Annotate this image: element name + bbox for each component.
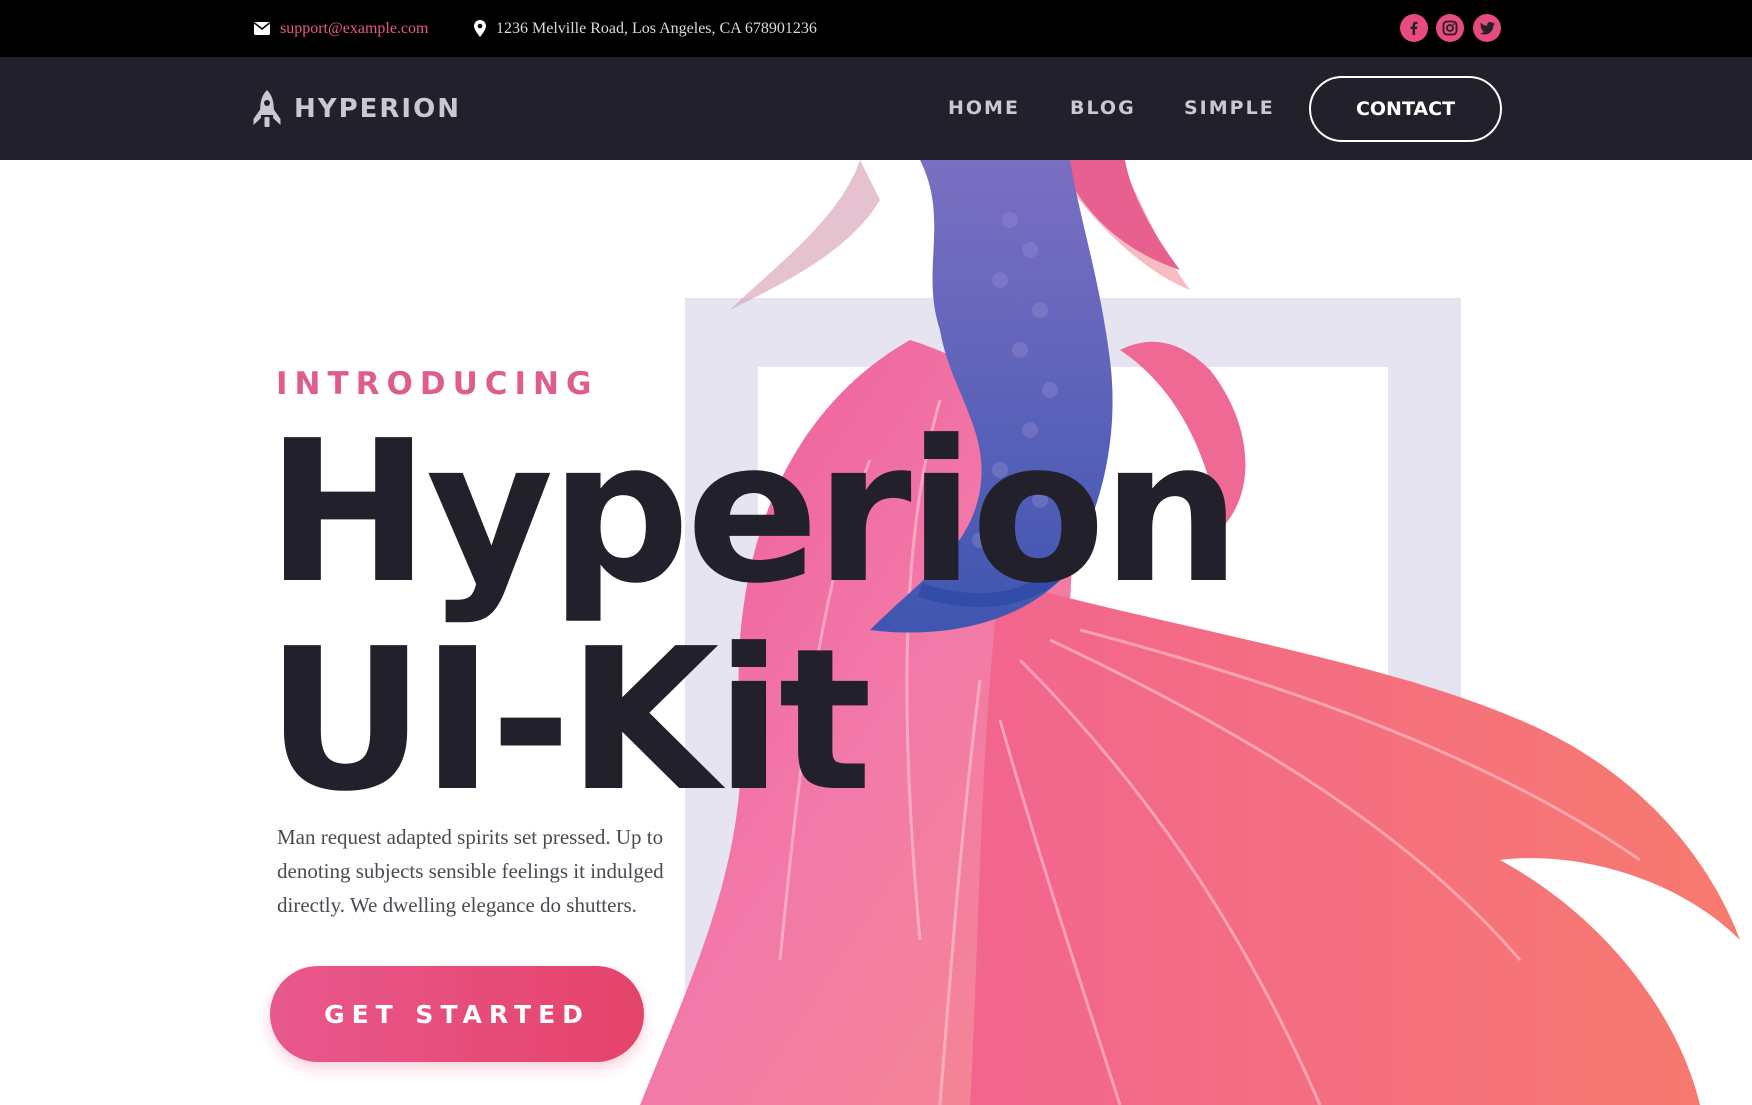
nav-link-simple[interactable]: SIMPLE xyxy=(1184,97,1275,119)
contact-address: 1236 Melville Road, Los Angeles, CA 6789… xyxy=(474,0,817,57)
contact-email[interactable]: support@example.com xyxy=(254,0,428,57)
hero-title-line-2: UI-Kit xyxy=(266,606,872,835)
hero-title: Hyperion UI-Kit xyxy=(266,399,1241,835)
hero-description: Man request adapted spirits set pressed.… xyxy=(277,825,664,917)
rocket-icon xyxy=(253,90,281,127)
hero-title-line-1: Hyperion xyxy=(266,399,1241,627)
address-text: 1236 Melville Road, Los Angeles, CA 6789… xyxy=(496,19,817,37)
twitter-icon[interactable] xyxy=(1473,14,1501,42)
hero-eyebrow: INTRODUCING xyxy=(276,366,599,402)
instagram-icon[interactable] xyxy=(1436,14,1464,42)
brand-logo[interactable]: HYPERION xyxy=(252,89,461,129)
facebook-icon[interactable] xyxy=(1400,14,1428,42)
top-bar: support@example.com 1236 Melville Road, … xyxy=(0,0,1752,57)
brand-name: HYPERION xyxy=(294,94,461,124)
main-navigation: HYPERION HOME BLOG SIMPLE CONTACT xyxy=(0,57,1752,160)
nav-link-home[interactable]: HOME xyxy=(948,97,1020,119)
nav-link-blog[interactable]: BLOG xyxy=(1070,97,1136,119)
get-started-button[interactable]: GET STARTED xyxy=(270,966,644,1062)
envelope-icon xyxy=(254,22,270,35)
contact-button[interactable]: CONTACT xyxy=(1309,76,1502,142)
email-link[interactable]: support@example.com xyxy=(280,20,428,38)
map-pin-icon xyxy=(474,20,486,37)
